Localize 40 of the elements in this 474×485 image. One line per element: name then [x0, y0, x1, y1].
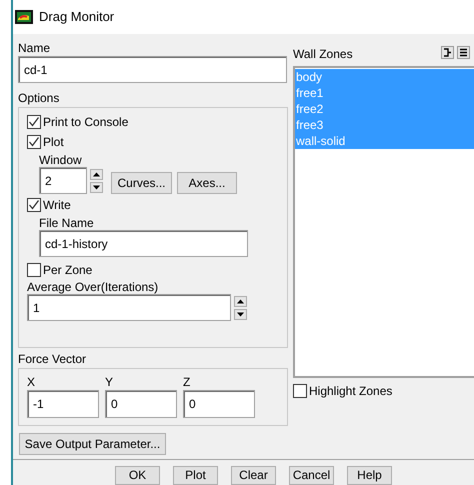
checkbox[interactable]	[27, 263, 41, 277]
button[interactable]: Clear	[231, 466, 276, 485]
name-field[interactable]: cd-1	[18, 56, 287, 83]
app-icon	[15, 10, 33, 24]
average-field[interactable]: 1	[27, 294, 231, 321]
field-label: Window	[39, 153, 83, 167]
vector-field[interactable]: -1	[27, 390, 99, 418]
button[interactable]: Axes...	[177, 172, 237, 194]
field-label: Z	[183, 375, 192, 389]
checkbox-label: Write	[43, 198, 71, 212]
field-label: X	[27, 375, 36, 389]
vector-field[interactable]: 0	[183, 390, 255, 418]
field-label: Y	[105, 375, 114, 389]
checkbox-label: Plot	[43, 135, 64, 149]
checkbox-label: Print to Console	[43, 115, 128, 129]
field-label: Average Over(Iterations)	[27, 280, 160, 294]
list-icon[interactable]	[457, 46, 470, 59]
field-label: File Name	[39, 216, 95, 230]
button[interactable]: Curves...	[111, 172, 172, 194]
window-title: Drag Monitor	[39, 8, 114, 26]
checkbox[interactable]	[27, 115, 41, 129]
vector-field[interactable]: 0	[105, 390, 177, 418]
checkbox[interactable]	[293, 384, 307, 398]
button[interactable]: Save Output Parameter...	[19, 433, 166, 455]
field-label: Name	[18, 41, 52, 55]
spinner-icon[interactable]	[234, 296, 247, 320]
window-field[interactable]: 2	[39, 167, 87, 194]
field-label: Force Vector	[18, 352, 88, 366]
spinner-icon[interactable]	[90, 168, 103, 192]
button[interactable]: Cancel	[289, 466, 334, 485]
button[interactable]: OK	[115, 466, 160, 485]
checkbox[interactable]	[27, 135, 41, 149]
checkbox[interactable]	[27, 198, 41, 212]
button[interactable]: Plot	[173, 466, 218, 485]
list-label: Wall Zones	[293, 47, 353, 61]
checkbox-label: Per Zone	[43, 263, 92, 277]
button[interactable]: Help	[347, 466, 392, 485]
checkbox-label: Highlight Zones	[309, 384, 392, 398]
field-label: Options	[18, 91, 60, 105]
file-name-field[interactable]: cd-1-history	[39, 230, 248, 257]
